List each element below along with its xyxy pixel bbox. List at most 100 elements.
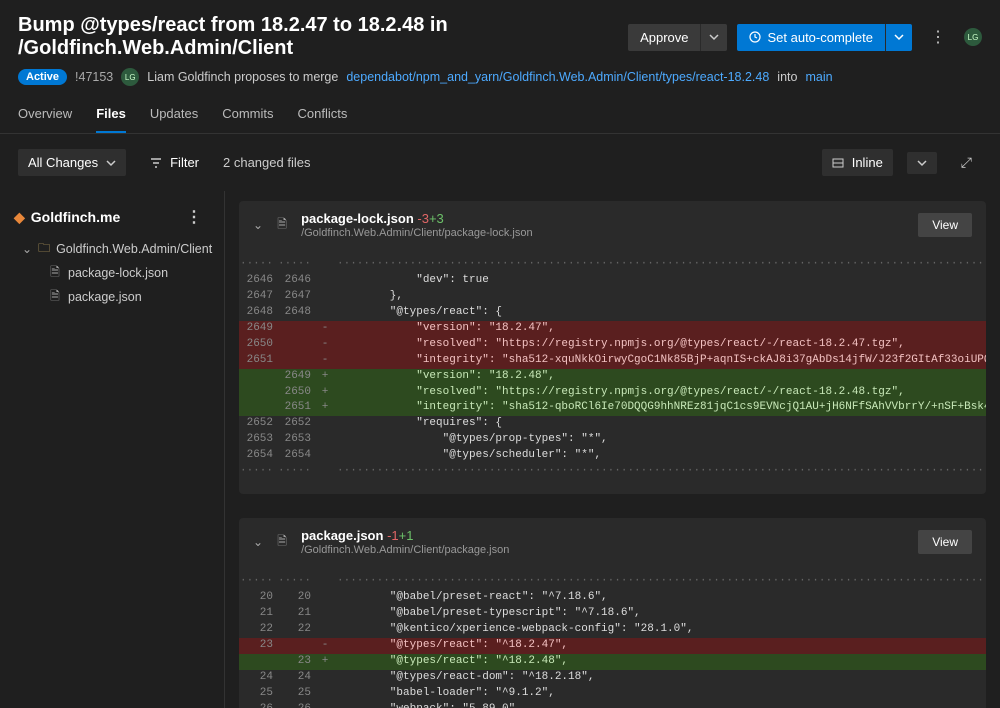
- diff-code: "requires": {: [335, 416, 986, 432]
- tree-file[interactable]: 🗎package.json: [0, 285, 224, 309]
- old-line-num: [239, 385, 277, 401]
- old-line-num: 20: [239, 590, 277, 606]
- diff-line: 2525 "babel-loader": "^9.1.2",: [239, 686, 986, 702]
- old-line-num: 24: [239, 670, 277, 686]
- file-icon: 🗎: [275, 218, 289, 232]
- diff-code: },: [335, 289, 986, 305]
- repo-icon: ◆: [14, 209, 25, 226]
- diff-gutter: [315, 273, 335, 289]
- tab-files[interactable]: Files: [96, 102, 126, 133]
- diff-line: 2626 "webpack": "5.89.0",: [239, 702, 986, 708]
- tab-list: Overview Files Updates Commits Conflicts: [0, 92, 1000, 134]
- old-line-num: ·····: [239, 574, 277, 590]
- new-line-num: ·····: [277, 574, 315, 590]
- view-file-button[interactable]: View: [918, 530, 972, 554]
- diff-body: ·········· ·····························…: [239, 566, 986, 708]
- more-actions[interactable]: ⋮: [922, 23, 954, 51]
- file-name[interactable]: package-lock.json: [301, 211, 414, 226]
- pr-title: Bump @types/react from 18.2.47 to 18.2.4…: [18, 14, 618, 60]
- chevron-down-icon: [106, 158, 116, 168]
- set-autocomplete-button[interactable]: Set auto-complete: [737, 24, 885, 51]
- diff-gutter: [315, 289, 335, 305]
- new-line-num: 2653: [277, 432, 315, 448]
- file-card: ⌄🗎package.json -1+1/Goldfinch.Web.Admin/…: [239, 518, 986, 708]
- source-branch-link[interactable]: dependabot/npm_and_yarn/Goldfinch.Web.Ad…: [346, 70, 769, 84]
- filter-button[interactable]: Filter: [140, 149, 209, 176]
- clock-icon: [749, 31, 761, 43]
- diff-code: "@babel/preset-typescript": "^7.18.6",: [335, 606, 986, 622]
- chevron-down-icon: ⌄: [22, 242, 32, 256]
- diff-gutter: [315, 686, 335, 702]
- tab-conflicts[interactable]: Conflicts: [298, 102, 348, 133]
- diff-code: "integrity": "sha512-xquNkkOirwyCgoC1Nk8…: [335, 353, 986, 369]
- diff-gutter: [315, 574, 335, 590]
- approve-button[interactable]: Approve: [628, 24, 700, 51]
- diff-gutter: -: [315, 353, 335, 369]
- view-mode-dropdown[interactable]: [907, 152, 937, 174]
- file-icon: 🗎: [48, 266, 62, 280]
- approve-dropdown[interactable]: [700, 24, 727, 51]
- diff-code: "@types/prop-types": "*",: [335, 432, 986, 448]
- diff-line: 2650+ "resolved": "https://registry.npmj…: [239, 385, 986, 401]
- diff-body: ·········· ·····························…: [239, 249, 986, 494]
- collapse-file[interactable]: ⌄: [253, 218, 263, 232]
- new-line-num: 2654: [277, 448, 315, 464]
- target-branch-link[interactable]: main: [805, 70, 832, 84]
- diff-line: 2651- "integrity": "sha512-xquNkkOirwyCg…: [239, 353, 986, 369]
- diff-gutter: +: [315, 400, 335, 416]
- repo-more[interactable]: ⋮: [178, 203, 210, 231]
- new-line-num: 25: [277, 686, 315, 702]
- old-line-num: [239, 400, 277, 416]
- all-changes-dropdown[interactable]: All Changes: [18, 149, 126, 176]
- diff-code: ········································…: [335, 574, 986, 590]
- diff-code: "@types/react": {: [335, 305, 986, 321]
- diff-code: ········································…: [335, 464, 986, 480]
- tab-commits[interactable]: Commits: [222, 102, 273, 133]
- view-file-button[interactable]: View: [918, 213, 972, 237]
- tree-folder[interactable]: ⌄🗀Goldfinch.Web.Admin/Client: [0, 237, 224, 261]
- diff-line: 2650- "resolved": "https://registry.npmj…: [239, 337, 986, 353]
- proposer-text: Liam Goldfinch proposes to merge: [147, 70, 338, 84]
- tab-overview[interactable]: Overview: [18, 102, 72, 133]
- diff-code: "version": "18.2.48",: [335, 369, 986, 385]
- diff-gutter: [315, 670, 335, 686]
- chevron-down-icon: [709, 32, 719, 42]
- user-avatar[interactable]: LG: [964, 28, 982, 46]
- diff-line: 26522652 "requires": {: [239, 416, 986, 432]
- diff-stat: -3+3: [417, 211, 443, 226]
- view-mode-button[interactable]: Inline: [822, 149, 893, 176]
- new-line-num: 2647: [277, 289, 315, 305]
- new-line-num: [277, 337, 315, 353]
- fullscreen-button[interactable]: ⤢: [951, 148, 982, 177]
- collapse-file[interactable]: ⌄: [253, 535, 263, 549]
- autocomplete-dropdown[interactable]: [885, 24, 912, 51]
- diff-gutter: [315, 606, 335, 622]
- diff-code: "@types/react": "^18.2.47",: [335, 638, 986, 654]
- new-line-num: ·····: [277, 464, 315, 480]
- new-line-num: 20: [277, 590, 315, 606]
- diff-line: 26482648 "@types/react": {: [239, 305, 986, 321]
- diff-code: "dev": true: [335, 273, 986, 289]
- old-line-num: 25: [239, 686, 277, 702]
- diff-gutter: [315, 257, 335, 273]
- filter-icon: [150, 157, 162, 169]
- inline-label: Inline: [852, 155, 883, 170]
- tab-updates[interactable]: Updates: [150, 102, 198, 133]
- file-path: /Goldfinch.Web.Admin/Client/package-lock…: [301, 227, 906, 239]
- diff-line: 26532653 "@types/prop-types": "*",: [239, 432, 986, 448]
- repo-name[interactable]: Goldfinch.me: [31, 209, 120, 225]
- diff-line: 2651+ "integrity": "sha512-qboRCl6Ie70DQ…: [239, 400, 986, 416]
- new-line-num: 22: [277, 622, 315, 638]
- diff-line: 2020 "@babel/preset-react": "^7.18.6",: [239, 590, 986, 606]
- old-line-num: 2653: [239, 432, 277, 448]
- diff-gutter: [315, 622, 335, 638]
- diff-code: "version": "18.2.47",: [335, 321, 986, 337]
- tree-file[interactable]: 🗎package-lock.json: [0, 261, 224, 285]
- file-name[interactable]: package.json: [301, 528, 383, 543]
- autocomplete-label: Set auto-complete: [767, 30, 873, 45]
- diff-code: "webpack": "5.89.0",: [335, 702, 986, 708]
- diff-code: "@babel/preset-react": "^7.18.6",: [335, 590, 986, 606]
- tree-label: package.json: [68, 290, 142, 304]
- diff-gutter: [315, 432, 335, 448]
- diff-gutter: [315, 448, 335, 464]
